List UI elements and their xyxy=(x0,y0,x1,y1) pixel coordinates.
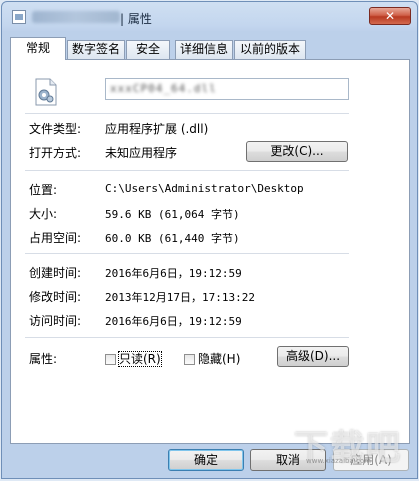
file-name-text: xxxCP04_64.dll xyxy=(110,82,217,95)
open-with-value: 未知应用程序 xyxy=(105,146,178,160)
file-type-value: 应用程序扩展 (.dll) xyxy=(105,122,209,136)
size-value: 59.6 KB (61,064 字节) xyxy=(105,208,240,221)
hidden-checkbox[interactable]: 隐藏(H) xyxy=(184,350,240,367)
change-button[interactable]: 更改(C)... xyxy=(246,141,348,162)
file-name-input[interactable]: xxxCP04_64.dll xyxy=(105,78,349,100)
title-bar[interactable]: | 属性 ✕ xyxy=(2,2,417,32)
divider xyxy=(25,113,349,114)
file-type-label: 文件类型: xyxy=(29,122,82,136)
readonly-checkbox[interactable]: 只读(R) xyxy=(105,350,162,367)
location-value: C:\Users\Administrator\Desktop xyxy=(105,182,304,195)
size-label: 大小: xyxy=(29,207,58,221)
divider xyxy=(25,337,349,338)
tab-previous-versions[interactable]: 以前的版本 xyxy=(234,40,306,59)
divider xyxy=(25,170,349,171)
readonly-label: 只读(R) xyxy=(118,351,162,367)
size-on-disk-value: 60.0 KB (61,440 字节) xyxy=(105,232,240,245)
divider xyxy=(25,253,349,254)
modified-label: 修改时间: xyxy=(29,290,82,304)
window-title: | 属性 xyxy=(120,12,152,26)
advanced-button[interactable]: 高级(D)... xyxy=(277,346,349,367)
blurred-file-name xyxy=(32,11,120,23)
accessed-value: 2016年6月6日，19:12:59 xyxy=(105,315,242,328)
hidden-label: 隐藏(H) xyxy=(198,352,241,366)
attributes-label: 属性: xyxy=(29,352,58,366)
watermark-url: www.xiazaiba.com xyxy=(306,457,371,465)
tab-digital-signatures[interactable]: 数字签名 xyxy=(67,40,125,59)
ok-button[interactable]: 确定 xyxy=(168,449,244,471)
tab-panel: 常规 数字签名 安全 详细信息 以前的版本 xxxCP04_64.dll 文件类… xyxy=(10,37,410,444)
tab-security[interactable]: 安全 xyxy=(126,40,170,59)
checkbox-box[interactable] xyxy=(184,354,195,365)
size-on-disk-label: 占用空间: xyxy=(29,231,82,245)
accessed-label: 访问时间: xyxy=(29,314,82,328)
file-icon-small xyxy=(12,10,26,24)
tab-strip: 常规 数字签名 安全 详细信息 以前的版本 xyxy=(10,37,410,60)
location-label: 位置: xyxy=(29,183,58,197)
created-value: 2016年6月6日，19:12:59 xyxy=(105,267,242,280)
checkbox-box[interactable] xyxy=(105,354,116,365)
open-with-label: 打开方式: xyxy=(29,146,82,160)
general-tab-content: xxxCP04_64.dll 文件类型: 应用程序扩展 (.dll) 打开方式:… xyxy=(10,59,410,444)
tab-general[interactable]: 常规 xyxy=(10,37,66,60)
properties-window: | 属性 ✕ 常规 数字签名 安全 详细信息 以前的版本 xxxCP04_64.… xyxy=(1,1,418,479)
dll-file-icon xyxy=(34,78,58,106)
close-button[interactable]: ✕ xyxy=(369,7,411,25)
created-label: 创建时间: xyxy=(29,266,82,280)
tab-details[interactable]: 详细信息 xyxy=(175,40,233,59)
modified-value: 2013年12月17日，17:13:22 xyxy=(105,291,255,304)
